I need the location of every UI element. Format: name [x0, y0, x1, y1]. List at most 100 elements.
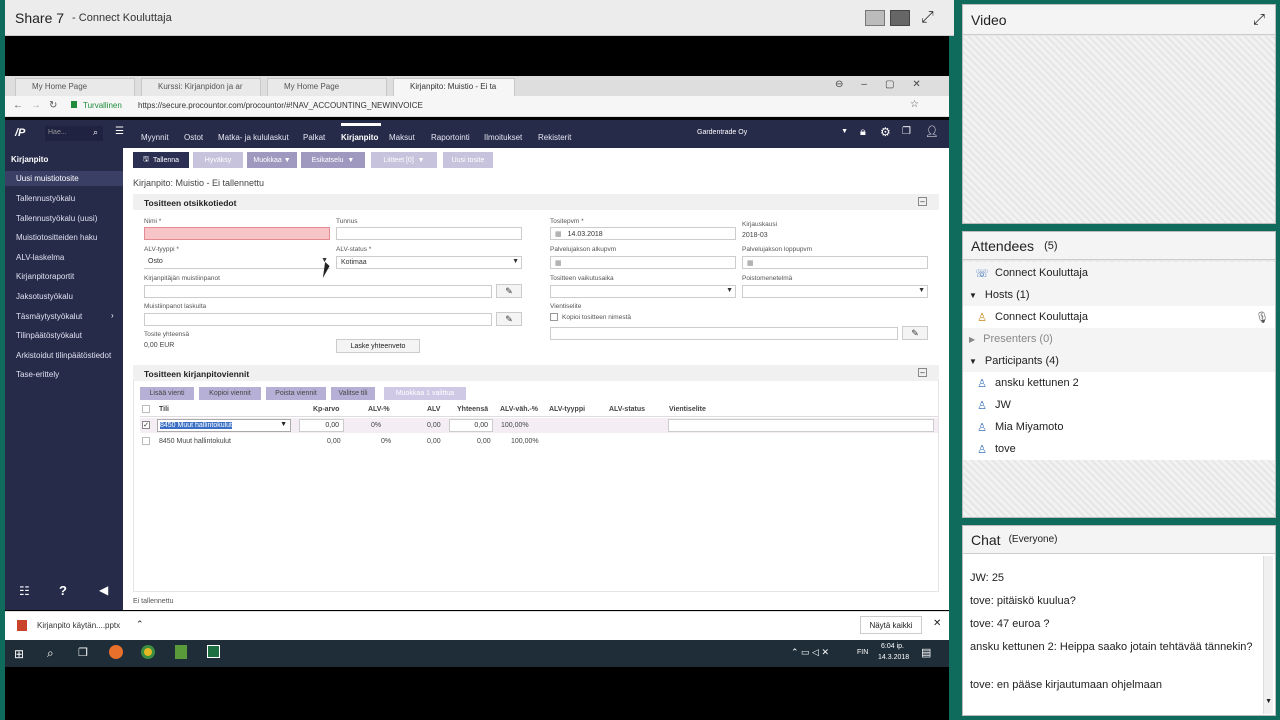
sidebar-item[interactable]: ALV-laskelma: [16, 253, 64, 262]
gear-icon[interactable]: ⚙: [880, 125, 891, 139]
menu-notifications[interactable]: Ilmoitukset: [484, 133, 522, 142]
vat-type-select[interactable]: Osto ▼: [144, 256, 330, 269]
window-controls[interactable]: ⊖–▢✕: [835, 79, 939, 90]
collapse-icon[interactable]: ◀: [99, 583, 108, 597]
clock-date[interactable]: 14.3.2018: [878, 654, 909, 661]
task-view-icon[interactable]: ❐: [78, 646, 88, 659]
url-text[interactable]: https://secure.procountor.com/procountor…: [138, 101, 423, 110]
participant[interactable]: ♙ tove: [963, 438, 1275, 460]
sidebar-item[interactable]: Jaksotustyökalu: [16, 292, 73, 301]
menu-travel[interactable]: Matka- ja kululaskut: [218, 133, 289, 142]
save-button[interactable]: 🖫 Tallenna: [133, 152, 189, 168]
company-select[interactable]: Gardentrade Oy ▼: [695, 127, 850, 141]
download-file-name[interactable]: Kirjanpito käytän....pptx: [37, 621, 120, 630]
service-end-field[interactable]: ▦: [742, 256, 928, 269]
service-start-field[interactable]: ▦: [550, 256, 736, 269]
fullscreen-view-icon[interactable]: [890, 10, 910, 26]
microphone-icon[interactable]: 🎙︎: [1255, 311, 1269, 324]
sidebar-item[interactable]: Uusi muistiotosite: [16, 174, 79, 183]
menu-sales[interactable]: Myynnit: [141, 133, 169, 142]
code-field[interactable]: [336, 227, 522, 240]
calculate-summary-button[interactable]: Laske yhteenveto: [336, 339, 420, 353]
effect-select[interactable]: ▼: [550, 285, 736, 298]
edit-entry-button[interactable]: ✎: [902, 326, 928, 340]
chrome-icon[interactable]: [141, 645, 155, 659]
sidebar-item[interactable]: Arkistoidut tilinpäätöstiedot: [16, 351, 111, 360]
list-icon[interactable]: ☷: [19, 584, 30, 598]
sidebar-item[interactable]: Muistiotositteiden haku: [16, 233, 97, 242]
windows-start-icon[interactable]: ⊞: [14, 647, 24, 661]
maximize-icon[interactable]: ⤢: [921, 9, 934, 27]
search-icon[interactable]: ⌕: [93, 127, 98, 138]
clock-time[interactable]: 6:04 ip.: [881, 643, 904, 650]
collapse-section-icon[interactable]: –: [918, 368, 927, 377]
depreciation-select[interactable]: ▼: [742, 285, 928, 298]
firefox-icon[interactable]: [109, 645, 123, 659]
forward-icon[interactable]: →: [31, 100, 41, 111]
browser-tab[interactable]: Kurssi: Kirjanpidon ja ar: [141, 78, 261, 96]
attendee-host[interactable]: ♙ Connect Kouluttaja 🎙︎: [963, 306, 1275, 328]
windows-icon[interactable]: ❐: [902, 126, 911, 137]
sidebar-item[interactable]: Tallennustyökalu: [16, 194, 75, 203]
layout-toggle-icon[interactable]: [865, 10, 885, 26]
hosts-group[interactable]: ▼ Hosts (1): [963, 284, 1275, 306]
sidebar-item[interactable]: Täsmäytystyökalut: [16, 312, 82, 321]
collapse-triangle-icon[interactable]: ▼: [969, 357, 977, 366]
sidebar-item[interactable]: Kirjanpitoraportit: [16, 272, 74, 281]
vat-status-select[interactable]: Kotimaa ▼: [336, 256, 522, 269]
menu-salaries[interactable]: Palkat: [303, 133, 325, 142]
notes-field[interactable]: [144, 285, 492, 298]
help-icon[interactable]: ?: [59, 583, 67, 598]
tray-icons[interactable]: ⌃ ▭ ◁ ✕: [791, 647, 829, 658]
lock-icon[interactable]: 🔒︎: [860, 126, 866, 139]
presenters-group[interactable]: ▶ Presenters (0): [963, 328, 1275, 350]
copy-checkbox[interactable]: [550, 313, 558, 321]
show-all-button[interactable]: Näytä kaikki: [860, 616, 922, 634]
entry-text-field[interactable]: [550, 327, 898, 340]
participant[interactable]: ♙ ansku kettunen 2: [963, 372, 1275, 394]
participants-group[interactable]: ▼ Participants (4): [963, 350, 1275, 372]
preview-button[interactable]: Esikatselu ▼: [301, 152, 365, 168]
app-icon[interactable]: [175, 645, 187, 659]
collapse-section-icon[interactable]: –: [918, 197, 927, 206]
calendar-icon[interactable]: ▦: [555, 260, 562, 267]
scroll-down-icon[interactable]: ▼: [1265, 698, 1272, 705]
hamburger-icon[interactable]: ☰: [115, 126, 124, 137]
name-field[interactable]: [144, 227, 330, 240]
attachments-button[interactable]: Liitteet [0] ▼: [371, 152, 437, 168]
reload-icon[interactable]: ↻: [49, 100, 57, 111]
user-icon[interactable]: 👤︎: [925, 125, 939, 138]
new-voucher-button[interactable]: Uusi tosite: [443, 152, 493, 168]
edit-button[interactable]: Muokkaa ▼: [247, 152, 297, 168]
chat-scrollbar[interactable]: [1263, 556, 1273, 714]
invoice-notes-field[interactable]: [144, 313, 492, 326]
chevron-up-icon[interactable]: ⌃: [136, 619, 144, 630]
bookmark-icon[interactable]: ☆: [910, 99, 919, 110]
logo[interactable]: /P: [15, 127, 25, 139]
edit-invoice-notes-button[interactable]: ✎: [496, 312, 522, 326]
excel-icon[interactable]: [207, 645, 220, 658]
menu-purchases[interactable]: Ostot: [184, 133, 203, 142]
search-icon[interactable]: ⌕: [47, 646, 54, 661]
participant[interactable]: ♙ JW: [963, 394, 1275, 416]
close-icon[interactable]: ✕: [933, 618, 941, 629]
sidebar-item[interactable]: Tilinpäätöstyökalut: [16, 331, 82, 340]
self-attendee[interactable]: ☏ Connect Kouluttaja: [963, 262, 1275, 284]
address-bar[interactable]: ← → ↻ Turvallinen https://secure.procoun…: [5, 96, 949, 117]
date-field[interactable]: ▦ 14.03.2018: [550, 227, 736, 240]
menu-registers[interactable]: Rekisterit: [538, 133, 571, 142]
collapse-triangle-icon[interactable]: ▼: [969, 291, 977, 300]
approve-button[interactable]: Hyväksy: [193, 152, 243, 168]
calendar-icon[interactable]: ▦: [555, 231, 562, 238]
sidebar-item[interactable]: Tallennustyökalu (uusi): [16, 214, 97, 223]
notifications-icon[interactable]: ▤: [921, 646, 931, 659]
maximize-icon[interactable]: ⤢: [1253, 11, 1265, 28]
menu-accounting[interactable]: Kirjanpito: [341, 133, 378, 142]
language-indicator[interactable]: FIN: [857, 649, 868, 656]
calendar-icon[interactable]: ▦: [747, 260, 754, 267]
back-icon[interactable]: ←: [13, 100, 23, 111]
browser-tab[interactable]: My Home Page: [15, 78, 135, 96]
sidebar-item[interactable]: Tase-erittely: [16, 370, 59, 379]
menu-reporting[interactable]: Raportointi: [431, 133, 470, 142]
expand-triangle-icon[interactable]: ▶: [969, 335, 975, 344]
